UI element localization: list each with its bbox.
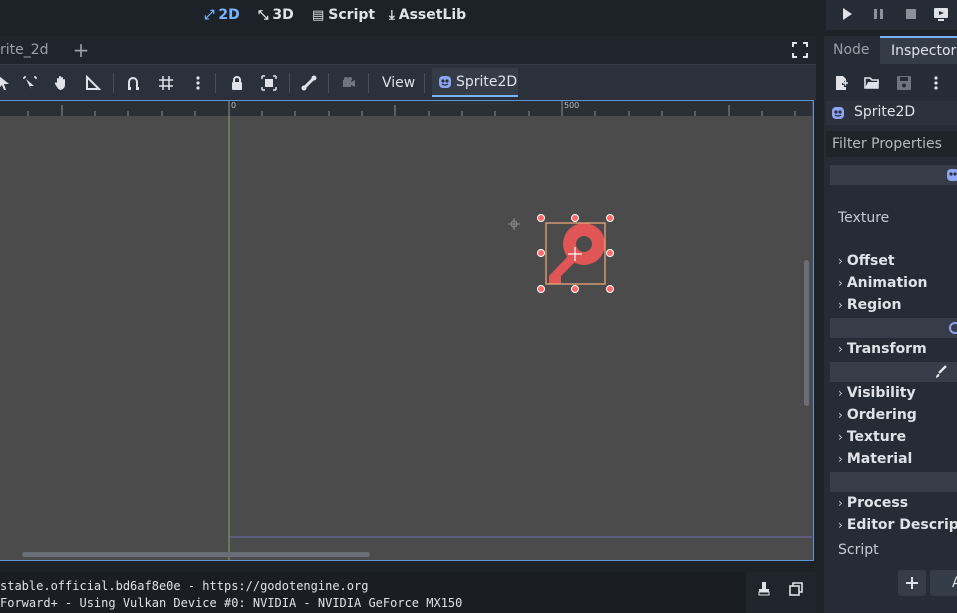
section-transform[interactable]: › Transform xyxy=(838,341,927,357)
open-folder-icon[interactable] xyxy=(864,75,880,91)
output-buttons xyxy=(746,572,816,613)
plus-icon xyxy=(906,577,918,589)
ruler-label-0: 0 xyxy=(231,101,237,110)
brush-icon xyxy=(936,365,947,378)
section-visibility[interactable]: › Visibility xyxy=(838,385,916,401)
add-metadata-button[interactable] xyxy=(898,570,926,596)
remote-debug-icon[interactable] xyxy=(932,6,950,22)
add-metadata-label[interactable]: A xyxy=(930,570,957,596)
copy-output-icon[interactable] xyxy=(788,581,804,597)
class-header-node xyxy=(830,472,957,492)
lock-icon[interactable] xyxy=(227,73,247,93)
new-resource-icon[interactable] xyxy=(833,75,849,91)
mode-script-button[interactable]: ▤ Script xyxy=(312,4,375,26)
scene-tab-sprite-2d[interactable]: rite_2d xyxy=(0,36,53,64)
chevron-right-icon: › xyxy=(838,430,843,444)
clear-output-icon[interactable] xyxy=(756,581,772,597)
canvas-toolbar: View Sprite2D xyxy=(0,64,816,100)
filter-properties-input[interactable]: Filter Properties xyxy=(826,131,957,157)
output-panel: stable.official.bd6af8e0e - https://godo… xyxy=(0,572,746,613)
grid-snap-icon[interactable] xyxy=(156,73,176,93)
mode-2d-button[interactable]: ⤢ 2D xyxy=(204,4,240,26)
vertical-scrollbar[interactable] xyxy=(804,260,809,406)
2d-icon: ⤢ xyxy=(204,7,215,23)
tab-inspector[interactable]: Inspector xyxy=(880,36,957,64)
texture-property-label: Texture xyxy=(838,210,890,226)
section-texture[interactable]: › Texture xyxy=(838,429,906,445)
pan-mode-icon[interactable] xyxy=(51,73,71,93)
output-line-1: stable.official.bd6af8e0e - https://godo… xyxy=(0,579,369,593)
chevron-right-icon: › xyxy=(838,342,843,356)
assetlib-icon: ⤓ xyxy=(389,7,395,23)
section-animation[interactable]: › Animation xyxy=(838,275,928,291)
horizontal-ruler: 0 500 xyxy=(0,101,812,116)
add-scene-icon[interactable]: + xyxy=(71,38,91,62)
sprite2d-node-icon xyxy=(832,107,844,119)
node2d-class-icon xyxy=(949,322,957,334)
class-header-sprite2d xyxy=(830,165,957,185)
sprite2d-class-icon xyxy=(947,169,957,181)
camera-override-icon[interactable] xyxy=(339,73,359,93)
section-material[interactable]: › Material xyxy=(838,451,912,467)
ruler-label-500: 500 xyxy=(564,101,580,110)
bone-icon[interactable] xyxy=(299,73,319,93)
inspected-node-name: Sprite2D xyxy=(854,104,916,120)
run-controls xyxy=(826,0,957,30)
section-process[interactable]: › Process xyxy=(838,495,908,511)
section-editor-description[interactable]: ›Editor Descriptio xyxy=(838,517,957,533)
ruler-mode-icon[interactable] xyxy=(83,73,103,93)
chevron-right-icon: › xyxy=(838,518,843,532)
pivot-marker xyxy=(508,218,520,230)
script-property-label: Script xyxy=(838,542,879,558)
chevron-right-icon: › xyxy=(838,386,843,400)
mode-assetlib-button[interactable]: ⤓ AssetLib xyxy=(389,4,466,26)
output-line-2: Forward+ - Using Vulkan Device #0: NVIDI… xyxy=(0,596,463,610)
3d-icon: ⤡ xyxy=(258,7,269,23)
section-offset[interactable]: › Offset xyxy=(838,253,895,269)
chevron-right-icon: › xyxy=(838,496,843,510)
sprite2d-icon xyxy=(439,75,451,88)
more-options-icon[interactable] xyxy=(188,73,208,93)
play-icon[interactable] xyxy=(838,6,856,22)
canvas-scene xyxy=(228,116,812,560)
class-header-node2d xyxy=(830,318,957,338)
mode-3d-button[interactable]: ⤡ 3D xyxy=(258,4,294,26)
stop-icon[interactable] xyxy=(902,6,920,22)
smart-snap-icon[interactable] xyxy=(124,73,144,93)
select-mode-icon[interactable] xyxy=(0,73,14,93)
chevron-right-icon: › xyxy=(838,298,843,312)
horizontal-scrollbar[interactable] xyxy=(22,552,370,557)
section-ordering[interactable]: › Ordering xyxy=(838,407,917,423)
section-region[interactable]: › Region xyxy=(838,297,902,313)
sprite2d-menu[interactable]: Sprite2D xyxy=(432,68,518,97)
chevron-right-icon: › xyxy=(838,276,843,290)
main-toolbar: ⤢ 2D ⤡ 3D ▤ Script ⤓ AssetLib xyxy=(0,0,957,30)
chevron-right-icon: › xyxy=(838,408,843,422)
save-icon[interactable] xyxy=(896,75,912,91)
distraction-free-icon[interactable] xyxy=(792,42,808,58)
scene-tabs: rite_2d + xyxy=(0,36,816,64)
view-menu[interactable]: View xyxy=(382,73,415,93)
group-icon[interactable] xyxy=(259,73,279,93)
pause-icon[interactable] xyxy=(870,6,888,22)
move-mode-icon[interactable] xyxy=(20,73,40,93)
chevron-right-icon: › xyxy=(838,452,843,466)
chevron-right-icon: › xyxy=(838,254,843,268)
script-icon: ▤ xyxy=(312,7,325,23)
tab-node[interactable]: Node xyxy=(833,36,870,64)
inspector-more-icon[interactable] xyxy=(933,75,939,91)
